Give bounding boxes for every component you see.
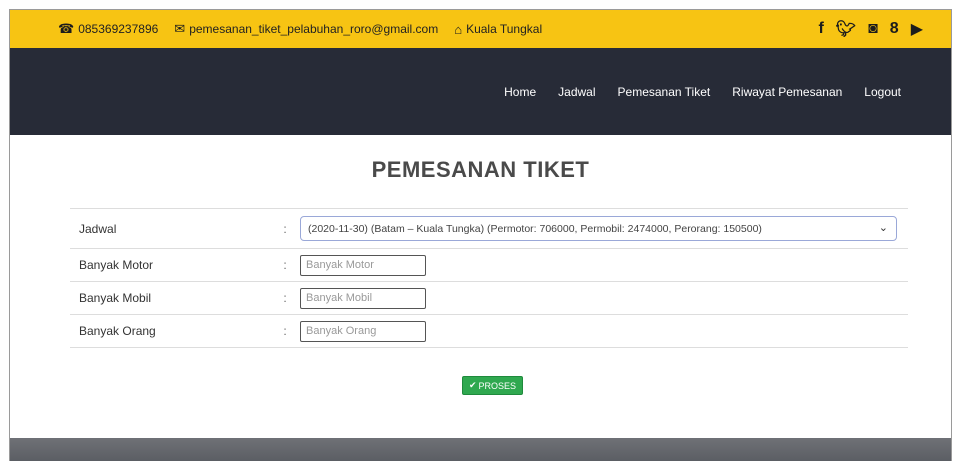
main-navbar: Home Jadwal Pemesanan Tiket Riwayat Peme… [10,48,951,135]
orang-label: Banyak Orang [79,324,156,338]
proses-label: PROSES [478,380,517,391]
colon: : [283,221,287,236]
phone-icon: ☎ [58,21,75,36]
page-frame: ☎ 085369237896 ✉ pemesanan_tiket_pelabuh… [9,9,952,461]
jadwal-select[interactable]: (2020-11-30) (Batam – Kuala Tungka) (Per… [300,216,897,241]
page-title: PEMESANAN TIKET [371,157,590,182]
motor-row: Banyak Motor : [70,249,908,282]
contact-bar: ☎ 085369237896 ✉ pemesanan_tiket_pelabuh… [10,10,951,48]
phone-text: 085369237896 [78,22,159,36]
nav-riwayat-pemesanan[interactable]: Riwayat Pemesanan [732,85,842,99]
motor-count-input[interactable] [300,254,426,276]
jadwal-row: Jadwal : (2020-11-30) (Batam – Kuala Tun… [70,209,908,249]
nav-jadwal[interactable]: Jadwal [558,85,595,99]
orang-row: Banyak Orang : [70,315,908,348]
chevron-down-icon: ⌄ [878,222,888,234]
envelope-icon: ✉ [174,21,186,36]
nav-logout[interactable]: Logout [864,85,901,99]
youtube-icon[interactable]: ▶ [911,19,923,39]
phone-contact: ☎ 085369237896 [58,21,158,37]
instagram-icon[interactable]: ◙ [868,20,878,38]
mobil-row: Banyak Mobil : [70,282,908,315]
jadwal-label: Jadwal [79,221,117,236]
google-plus-icon[interactable]: 8 [890,20,899,38]
check-icon: ✔ [469,380,477,390]
social-links: f 🐦︎ ◙ 8 ▶ [806,10,923,48]
nav-pemesanan-tiket[interactable]: Pemesanan Tiket [618,85,711,99]
location-text: Kuala Tungkal [466,22,543,36]
location-contact: ⌂ Kuala Tungkal [454,22,542,37]
colon: : [283,258,287,272]
email-text: pemesanan_tiket_pelabuhan_roro@gmail.com [189,22,439,36]
twitter-icon[interactable]: 🐦︎ [836,19,856,39]
mobil-count-input[interactable] [300,287,426,309]
booking-form: Jadwal : (2020-11-30) (Batam – Kuala Tun… [70,208,908,348]
mobil-label: Banyak Mobil [79,291,152,305]
home-icon: ⌂ [454,21,463,37]
jadwal-selected-value: (2020-11-30) (Batam – Kuala Tungka) (Per… [308,222,762,235]
nav-home[interactable]: Home [504,85,536,99]
facebook-icon[interactable]: f [818,20,823,38]
proses-button[interactable]: ✔ PROSES [462,376,524,395]
orang-count-input[interactable] [300,320,426,342]
motor-label: Banyak Motor [79,258,154,272]
email-contact: ✉ pemesanan_tiket_pelabuhan_roro@gmail.c… [174,21,438,37]
footer-banner [10,438,951,461]
colon: : [283,291,287,305]
colon: : [283,324,287,338]
